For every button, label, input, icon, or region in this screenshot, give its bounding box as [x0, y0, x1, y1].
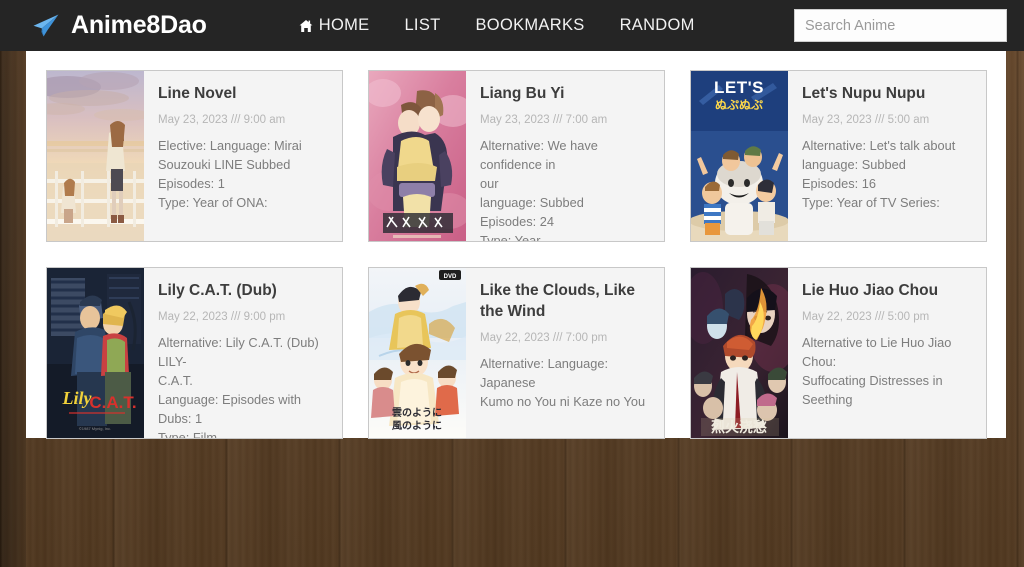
anime-card[interactable]: Liang Bu Yi May 23, 2023 /// 7:00 am Alt… — [368, 70, 665, 242]
anime-card-body: Line Novel May 23, 2023 /// 9:00 am Elec… — [144, 71, 342, 241]
nav-item-bookmarks[interactable]: BOOKMARKS — [476, 16, 585, 35]
anime-thumbnail-lily-cat[interactable]: Lily C.A.T. ©1987 Mynig, Inc. — [47, 268, 144, 438]
svg-text:C.A.T.: C.A.T. — [89, 393, 136, 412]
anime-description: Alternative: Language: Japanese Kumo no … — [480, 355, 646, 409]
anime-title[interactable]: Line Novel — [158, 84, 330, 105]
svg-text:ぬぷぬぷ: ぬぷぬぷ — [715, 98, 763, 112]
anime-card-body: Like the Clouds, Like the Wind May 22, 2… — [466, 268, 664, 438]
anime-card-body: Lie Huo Jiao Chou May 22, 2023 /// 5:00 … — [788, 268, 986, 438]
site-header: Anime8Dao HOME LIST BOOKMARKS RANDOM — [0, 0, 1024, 51]
paper-plane-icon — [33, 14, 59, 36]
anime-card[interactable]: Lily C.A.T. ©1987 Mynig, Inc. Lily C.A.T… — [46, 267, 343, 439]
anime-thumbnail-lie-huo[interactable]: 烈火浇愁 — [691, 268, 788, 438]
anime-card-body: Liang Bu Yi May 23, 2023 /// 7:00 am Alt… — [466, 71, 664, 241]
anime-title[interactable]: Liang Bu Yi — [480, 84, 652, 105]
left-gutter — [0, 0, 26, 567]
anime-card-body: Lily C.A.T. (Dub) May 22, 2023 /// 9:00 … — [144, 268, 342, 438]
site-logo[interactable]: Anime8Dao — [30, 11, 207, 40]
anime-title[interactable]: Lie Huo Jiao Chou — [802, 281, 974, 302]
nav-item-list[interactable]: LIST — [404, 16, 440, 35]
anime-date: May 23, 2023 /// 5:00 am — [802, 113, 930, 126]
search-input[interactable] — [795, 17, 1002, 34]
anime-date: May 22, 2023 /// 7:00 pm — [480, 331, 608, 344]
svg-text:烈火浇愁: 烈火浇愁 — [711, 419, 767, 436]
anime-thumbnail-blue-lets[interactable]: LET'S ぬぷぬぷ — [691, 71, 788, 241]
nav-item-random[interactable]: RANDOM — [620, 16, 695, 35]
anime-title[interactable]: Lily C.A.T. (Dub) — [158, 281, 330, 302]
anime-date: May 22, 2023 /// 5:00 pm — [802, 310, 930, 323]
anime-card[interactable]: LET'S ぬぷぬぷ Let's Nupu Nupu May 23, 2023 … — [690, 70, 987, 242]
anime-card[interactable]: DVD 雲のように 風のように Like the Clouds, Like th… — [368, 267, 665, 439]
anime-card-body: Let's Nupu Nupu May 23, 2023 /// 5:00 am… — [788, 71, 986, 241]
anime-date: May 23, 2023 /// 7:00 am — [480, 113, 608, 126]
svg-text:雲のように: 雲のように — [392, 407, 442, 419]
anime-card-grid: Line Novel May 23, 2023 /// 9:00 am Elec… — [46, 70, 996, 439]
nav-label-home: HOME — [318, 16, 370, 34]
svg-text:Lily: Lily — [62, 388, 93, 408]
nav-label-bookmarks: BOOKMARKS — [475, 16, 585, 34]
nav-label-random: RANDOM — [619, 16, 695, 34]
anime-description: Elective: Language: Mirai Souzouki LINE … — [158, 137, 302, 210]
anime-title[interactable]: Let's Nupu Nupu — [802, 84, 974, 105]
anime-thumbnail-sunset-walkway[interactable] — [47, 71, 144, 241]
anime-description: Alternative: Lily C.A.T. (Dub) LILY- C.A… — [158, 334, 319, 439]
svg-text:風のように: 風のように — [392, 420, 442, 432]
anime-description: Alternative: Let's talk about language: … — [802, 137, 956, 210]
home-icon — [299, 19, 313, 32]
anime-thumbnail-pink-couple[interactable] — [369, 71, 466, 241]
anime-card[interactable]: 烈火浇愁 Lie Huo Jiao Chou May 22, 2023 /// … — [690, 267, 987, 439]
content-panel: Line Novel May 23, 2023 /// 9:00 am Elec… — [26, 51, 1006, 439]
anime-title[interactable]: Like the Clouds, Like the Wind — [480, 281, 652, 323]
nav-item-home[interactable]: HOME — [299, 16, 370, 35]
brand-name: Anime8Dao — [71, 11, 207, 39]
svg-text:DVD: DVD — [444, 274, 457, 280]
anime-thumbnail-clouds-wind[interactable]: DVD 雲のように 風のように — [369, 268, 466, 438]
anime-date: May 23, 2023 /// 9:00 am — [158, 113, 286, 126]
main-nav: HOME LIST BOOKMARKS RANDOM — [299, 16, 695, 35]
anime-description: Alternative to Lie Huo Jiao Chou: Suffoc… — [802, 334, 952, 407]
anime-date: May 22, 2023 /// 9:00 pm — [158, 310, 286, 323]
svg-text:©1987 Mynig, Inc.: ©1987 Mynig, Inc. — [79, 426, 111, 431]
anime-description: Alternative: We have confidence in our l… — [480, 137, 598, 242]
anime-card[interactable]: Line Novel May 23, 2023 /// 9:00 am Elec… — [46, 70, 343, 242]
nav-label-list: LIST — [404, 16, 441, 34]
svg-text:LET'S: LET'S — [714, 78, 764, 97]
search-box[interactable] — [794, 9, 1007, 42]
